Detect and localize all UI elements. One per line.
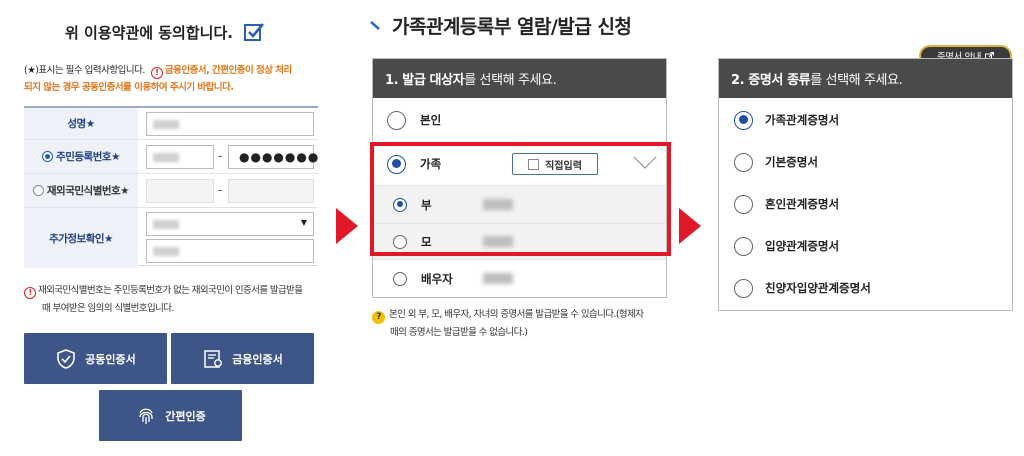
cert-header-bold: 2. 증명서 종류 (731, 73, 811, 88)
name-input[interactable] (146, 112, 314, 136)
cert-header-rest: 를 선택해 주세요. (810, 73, 903, 88)
cert-warning-line1: 금융인증서, 간편인증이 정상 처리 (164, 65, 292, 76)
rrn-back-value: ●●●●●●● (239, 150, 320, 164)
cert-option-0[interactable]: 가족관계증명서 (719, 99, 1012, 141)
warning-icon: ! (24, 287, 36, 299)
masked-value (153, 153, 179, 162)
masked-value (153, 220, 179, 229)
cert-option-3[interactable]: 입양관계증명서 (719, 225, 1012, 267)
page-title: 가족관계등록부 열람/발급 신청 (370, 8, 632, 42)
target-header-bold: 1. 발급 대상자 (385, 73, 465, 88)
terms-agree-label: 위 이용약관에 동의합니다. (65, 23, 233, 42)
spouse-label: 배우자 (421, 271, 453, 286)
extra-info-select[interactable]: ▼ (146, 212, 314, 236)
finance-cert-button[interactable]: 금융인증서 (171, 333, 314, 384)
foreign-note-line1: 재외국민식별번호는 주민등록번호가 없는 재외국민이 인증서를 발급받을 (38, 285, 303, 296)
dropdown-arrow-icon: ▼ (300, 218, 307, 227)
option-self[interactable]: 본인 (373, 98, 666, 143)
cert-type-panel: 2. 증명서 종류 를 선택해 주세요. 가족관계증명서 기본증명서 혼인관계증명… (718, 58, 1013, 311)
foreign-id-note: ! 재외국민식별번호는 주민등록번호가 없는 재외국민이 인증서를 발급받을 때 … (24, 282, 324, 318)
option-spouse[interactable]: 배우자 (373, 259, 666, 297)
cert-radio-3[interactable] (734, 236, 753, 256)
terms-agree-row[interactable]: 위 이용약관에 동의합니다. (0, 18, 330, 46)
question-icon: ? (372, 311, 385, 324)
extra-info-label: 추가정보확인★ (24, 208, 138, 268)
help-line1: 본인 외 부, 모, 배우자, 자녀의 증명서를 발급받을 수 있습니다.(형제… (389, 309, 644, 320)
rrn-radio[interactable] (42, 151, 54, 162)
cert-panel-header: 2. 증명서 종류 를 선택해 주세요. (719, 59, 1012, 98)
shield-check-icon (57, 348, 75, 369)
foreign-id-row: 재외국민식별번호★ - (24, 174, 318, 208)
arrow-right-icon (336, 208, 358, 244)
cert-label-0: 가족관계증명서 (765, 113, 840, 127)
masked-value (153, 247, 179, 256)
rrn-dash: - (218, 149, 223, 163)
foreign-id-label: 재외국민식별번호★ (46, 185, 130, 197)
cert-label-3: 입양관계증명서 (765, 239, 840, 253)
family-highlight-box (370, 142, 671, 256)
rrn-label: 주민등록번호★ (56, 151, 120, 163)
cert-option-1[interactable]: 기본증명서 (719, 141, 1012, 183)
finance-cert-label: 금융인증서 (232, 352, 283, 366)
rrn-front-input[interactable] (146, 145, 214, 169)
cert-warning-line2: 되지 않는 경우 공동인증서를 이용하여 주시기 바랍니다. (24, 82, 234, 93)
foreign-id-label-cell[interactable]: 재외국민식별번호★ (24, 174, 138, 207)
title-accent-icon (370, 21, 380, 30)
name-label: 성명★ (24, 108, 138, 139)
cert-radio-1[interactable] (734, 152, 753, 172)
joint-cert-button[interactable]: 공동인증서 (24, 333, 167, 384)
fingerprint-icon (139, 408, 153, 424)
extra-info-input[interactable] (146, 239, 314, 263)
foreign-id-back-input[interactable] (228, 179, 314, 203)
extra-info-row: 추가정보확인★ ▼ (24, 208, 318, 268)
target-panel-header: 1. 발급 대상자 를 선택해 주세요. (373, 59, 666, 98)
rrn-back-input[interactable]: ●●●●●●● (228, 145, 318, 169)
cert-option-4[interactable]: 친양자입양관계증명서 (719, 267, 1012, 309)
self-radio[interactable] (387, 110, 406, 130)
target-header-rest: 를 선택해 주세요. (464, 73, 557, 88)
cert-radio-2[interactable] (734, 194, 753, 214)
masked-value (153, 120, 179, 129)
target-help-note: ? 본인 외 부, 모, 배우자, 자녀의 증명서를 발급받을 수 있습니다.(형… (372, 306, 672, 342)
cert-option-2[interactable]: 혼인관계증명서 (719, 183, 1012, 225)
self-label: 본인 (420, 113, 442, 127)
cert-label-2: 혼인관계증명서 (765, 197, 840, 211)
cert-radio-4[interactable] (734, 278, 753, 298)
masked-name (483, 273, 513, 284)
rrn-row: 주민등록번호★ - ●●●●●●● (24, 140, 318, 174)
spouse-radio[interactable] (393, 271, 407, 286)
identity-form: 성명★ 주민등록번호★ - ●●●●●●● 재외국민식별번호★ - 추가정보확인… (24, 106, 318, 268)
page-title-text: 가족관계등록부 열람/발급 신청 (392, 15, 632, 38)
checkbox-checked-icon[interactable] (243, 21, 265, 43)
cert-label-1: 기본증명서 (765, 155, 818, 169)
required-note: (★)표시는 필수 입력사항입니다. (24, 65, 145, 76)
help-line2: 매의 증명서는 발급받을 수 없습니다.) (390, 327, 528, 338)
arrow-right-icon (679, 208, 701, 244)
cert-radio-0[interactable] (734, 110, 753, 130)
certificate-icon (204, 349, 223, 368)
rrn-label-cell[interactable]: 주민등록번호★ (24, 140, 138, 173)
foreign-id-radio[interactable] (32, 185, 44, 196)
simple-auth-button[interactable]: 간편인증 (99, 390, 242, 441)
required-notice: (★)표시는 필수 입력사항입니다.! 금융인증서, 간편인증이 정상 처리 되지… (24, 62, 324, 96)
foreign-dash: - (218, 183, 223, 197)
foreign-id-front-input[interactable] (146, 179, 214, 203)
foreign-note-line2: 때 부여받은 임의의 식별번호입니다. (42, 303, 174, 314)
warning-icon: ! (150, 67, 163, 79)
name-row: 성명★ (24, 108, 318, 140)
cert-label-4: 친양자입양관계증명서 (765, 281, 871, 295)
simple-auth-label: 간편인증 (165, 409, 206, 423)
joint-cert-label: 공동인증서 (85, 352, 136, 366)
